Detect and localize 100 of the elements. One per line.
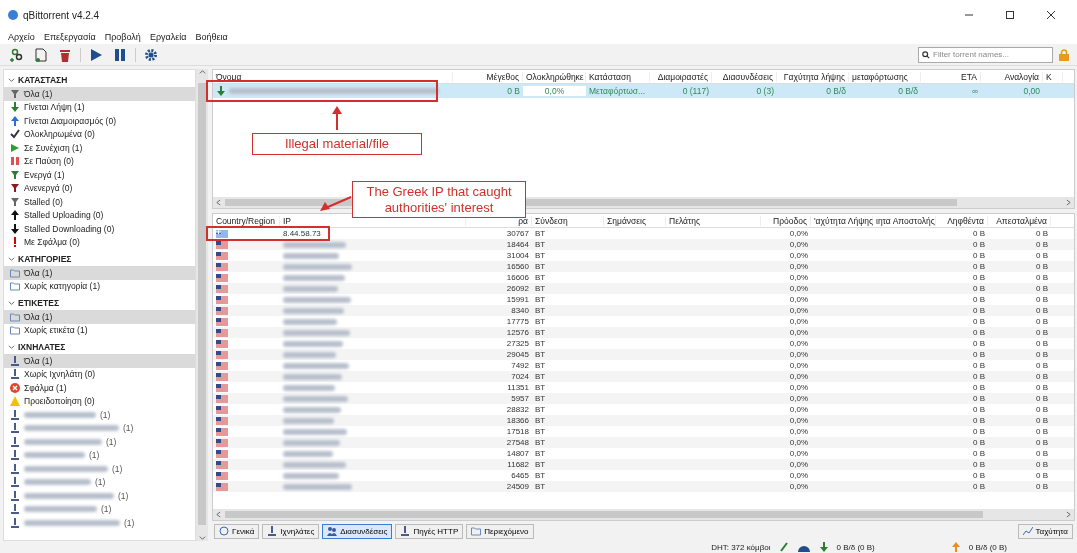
chevron-left-icon[interactable] [216,511,221,518]
tab[interactable]: Διασυνδέσεις [322,523,393,539]
menu-item[interactable]: Αρχείο [8,32,35,42]
column-header[interactable]: Country/Region [213,215,280,226]
sidebar-item[interactable]: Χωρίς κατηγορία (1) [4,279,195,293]
sidebar-item[interactable]: (1) [4,435,195,449]
sidebar-item[interactable]: Όλα (1) [4,310,195,324]
menu-item[interactable]: Επεξεργασία [43,32,96,42]
sidebar-item[interactable]: (1) [4,408,195,422]
column-header[interactable]: Αναλογία [981,71,1043,82]
column-header[interactable]: Απεσταλμένα [988,215,1051,226]
table-cell-text: 0 B [972,361,986,370]
sidebar-item[interactable]: Όλα (1) [4,354,195,368]
section-header[interactable]: ΙΧΝΗΛΑΤΕΣ [4,340,195,354]
sidebar-item[interactable]: (1) [4,421,195,435]
sidebar-item[interactable]: Stalled Downloading (0) [4,222,195,236]
sidebar-item[interactable]: (1) [4,502,195,516]
chevron-down-icon [8,76,15,84]
table-cell-text: 0,0% [788,471,809,480]
chevron-right-icon[interactable] [1066,511,1071,518]
chevron-left-icon[interactable] [216,199,221,206]
filter-icon [10,196,20,207]
column-header[interactable]: Σημάνσεις [604,215,666,226]
sidebar-item[interactable]: (1) [4,475,195,489]
column-header[interactable]: Ολοκληρώθηκε [523,71,586,82]
section-header[interactable]: ΚΑΤΗΓΟΡΙΕΣ [4,252,195,266]
table-cell-text: 0 B [1035,416,1049,425]
table-cell-text: 18366 [505,416,530,425]
menu-item[interactable]: Εργαλεία [149,32,187,42]
sidebar-item[interactable]: Σφάλμα (1) [4,381,195,395]
sidebar-item[interactable]: Χωρίς ετικέτα (1) [4,323,195,337]
sidebar-item[interactable]: Όλα (1) [4,87,195,101]
sidebar-item[interactable]: Σε Συνέχιση (1) [4,141,195,155]
torrent-row[interactable]: 0 B 0,0% Μεταφόρτωσ... 0 (117) 0 (3) 0 B/δ 0 B/δ ∞ 0,00 [213,84,1074,98]
sidebar-item[interactable]: Stalled (0) [4,195,195,209]
column-header[interactable]: Πελάτης [666,215,761,226]
search-field[interactable]: Filter torrent names... [918,46,1053,63]
sidebar-item[interactable]: Ολοκληρωμένα (0) [4,127,195,141]
chart-icon [1022,526,1033,536]
sidebar-item[interactable]: (1) [4,489,195,503]
sidebar-item[interactable]: (1) [4,462,195,476]
menu-item[interactable]: Βοήθεια [195,32,228,42]
column-header[interactable]: μεταφόρτωσης [849,71,921,82]
pause-icon [10,156,20,167]
section-header[interactable]: ΕΤΙΚΕΤΕΣ [4,296,195,310]
tab[interactable]: Πηγές HTTP [395,523,464,539]
chevron-down-icon[interactable] [198,534,206,541]
chevron-right-icon[interactable] [1066,199,1071,206]
column-header[interactable]: Διαμοιραστές [650,71,712,82]
column-header[interactable]: Πρόοδος [761,215,811,226]
table-cell-text: BT [534,372,547,381]
column-header[interactable]: Κ [1043,71,1063,82]
table-cell-text: 0 B [972,240,986,249]
sidebar-item[interactable]: Χωρίς Ιχνηλάτη (0) [4,367,195,381]
table-cell-text: 0 B [1035,328,1049,337]
flag-icon [216,471,228,480]
tracker-icon [10,423,20,434]
table-cell-text: 0,0% [788,427,809,436]
sidebar-item[interactable]: Γίνεται Διαμοιρασμός (0) [4,114,195,128]
column-header[interactable]: ETA [921,71,981,82]
sidebar-item[interactable]: Σε Παύση (0) [4,154,195,168]
tab[interactable]: Περιεχόμενο [466,523,534,539]
column-header[interactable]: Σύνδεση [532,215,604,226]
sidebar-item[interactable]: (1) [4,516,195,530]
maximize-icon [1005,10,1015,20]
sidebar-item[interactable]: Όλα (1) [4,266,195,280]
sidebar-item[interactable]: Προειδοποίηση (0) [4,394,195,408]
sidebar-item[interactable]: Γίνεται Λήψη (1) [4,100,195,114]
column-header[interactable]: Γαχύτητα λήψης [777,71,849,82]
table-cell-text: 0,0% [788,284,809,293]
column-header[interactable]: ιητα Αποστολής [873,215,936,226]
column-header[interactable]: Όνομα [213,71,453,82]
table-cell-text: 0 B [972,394,986,403]
table-cell-text: 17518 [505,427,530,436]
menu-item[interactable]: Προβολή [104,32,141,42]
scrollbar[interactable] [213,509,1074,520]
sidebar-item[interactable]: Stalled Uploading (0) [4,208,195,222]
column-header[interactable]: Διασυνδέσεις [712,71,777,82]
column-header[interactable]: Ληφθέντα [936,215,988,226]
tracker-icon [10,490,20,501]
column-header[interactable]: 'αχύτητα Λήψης [811,215,873,226]
scrollbar[interactable] [196,69,208,541]
column-header[interactable]: Κατάσταση [586,71,650,82]
section-header[interactable]: ΚΑΤΑΣΤΑΣΗ [4,73,195,87]
flag-icon [216,383,228,392]
sidebar-item[interactable]: Ανενεργά (0) [4,181,195,195]
sidebar-item[interactable]: Ενεργά (1) [4,168,195,182]
tracker-icon [10,504,20,515]
sidebar-item[interactable]: (1) [4,448,195,462]
close-icon [1046,10,1056,20]
tab[interactable]: Γενικά [214,523,260,539]
chevron-up-icon[interactable] [198,69,206,76]
sidebar-item[interactable]: Με Σφάλμα (0) [4,235,195,249]
table-cell-text: 0 B [972,471,986,480]
speed-button[interactable]: Ταχύτητα [1017,523,1073,539]
tab[interactable]: Ιχνηλάτες [262,523,320,539]
tracker-icon [267,526,278,536]
column-header[interactable]: Μέγεθος [453,71,523,82]
table-cell-text: BT [534,361,547,370]
table-cell-text: 0 B [1035,273,1049,282]
